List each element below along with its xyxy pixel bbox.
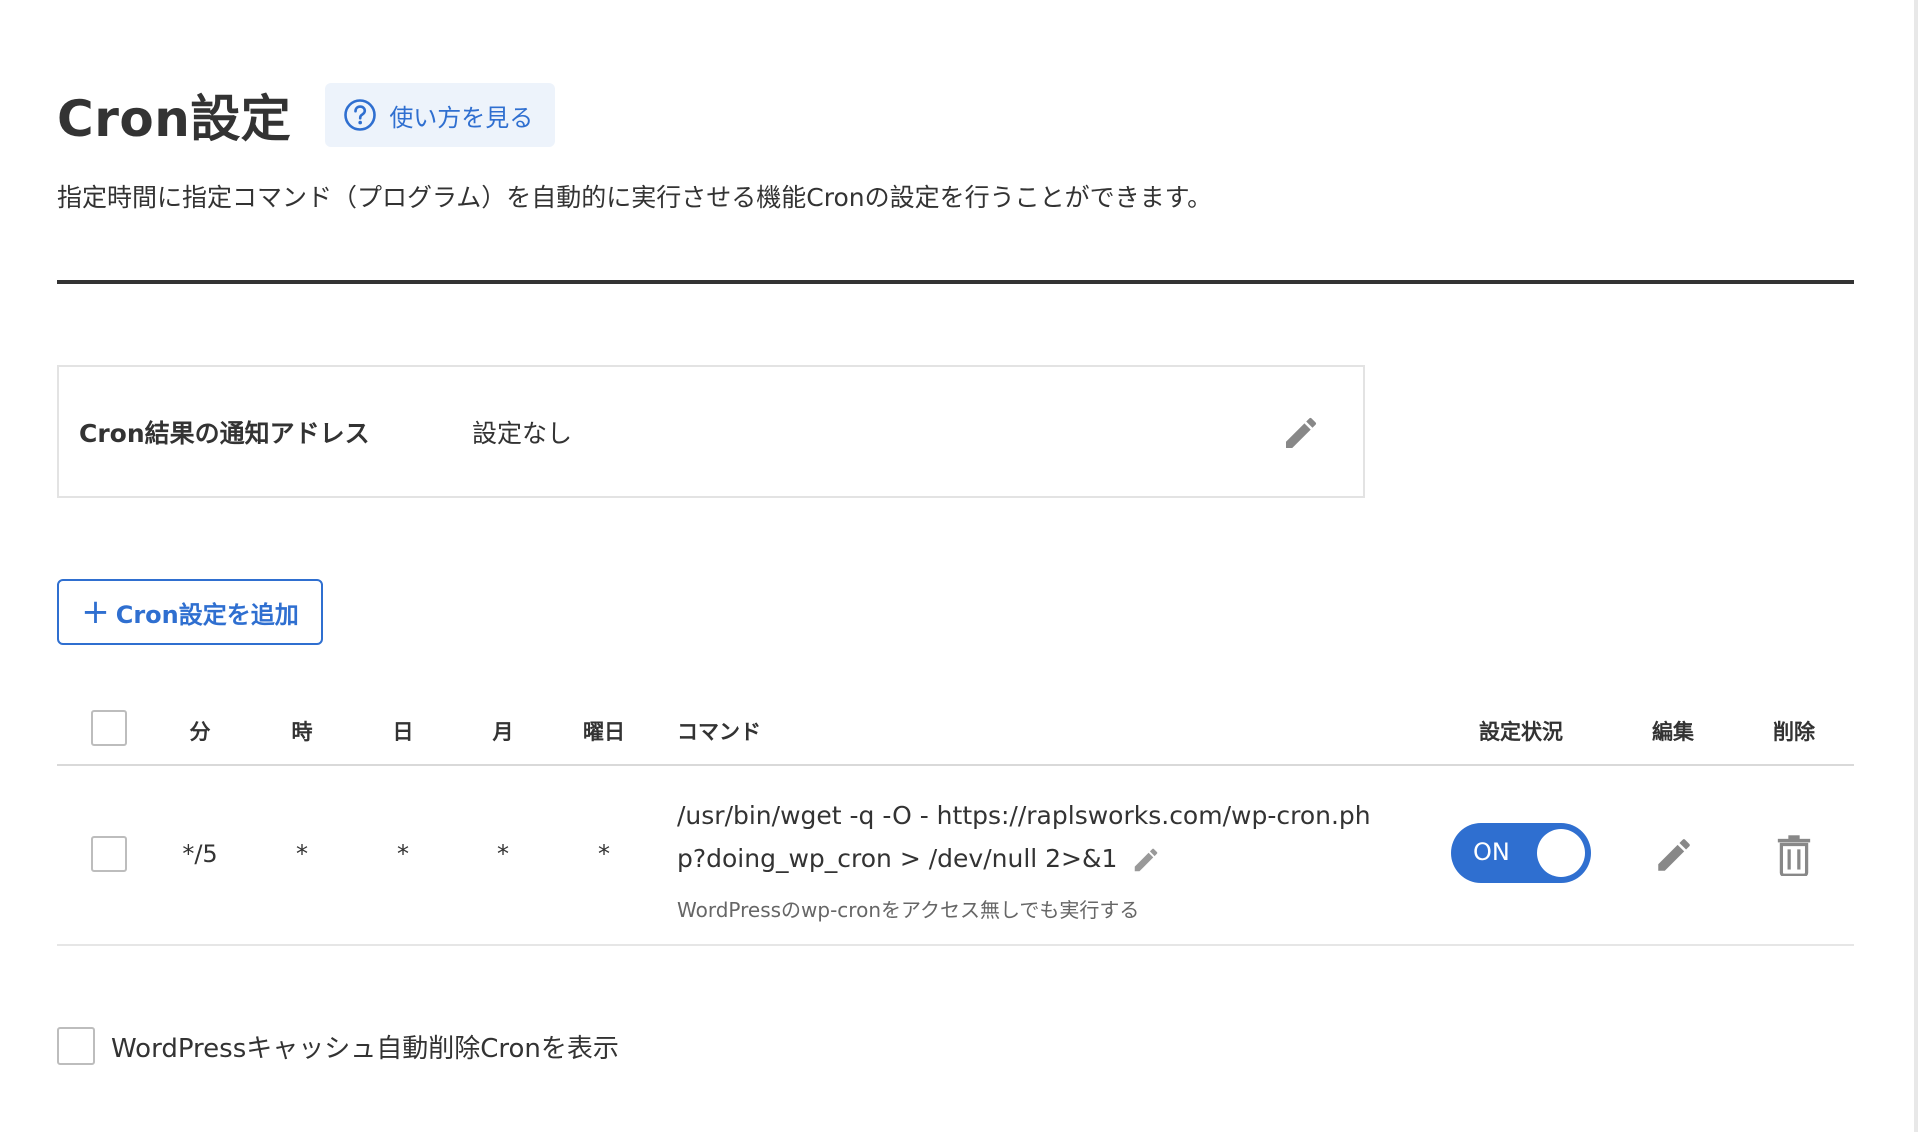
add-cron-button[interactable]: + Cron設定を追加 [57, 579, 323, 645]
toggle-knob [1537, 829, 1585, 877]
table-header: 分 時 日 月 曜日 コマンド 設定状況 編集 削除 [57, 690, 1854, 766]
column-minute: 分 [189, 720, 211, 744]
title-row: Cron設定 使い方を見る [57, 82, 556, 148]
trash-icon[interactable] [1774, 834, 1814, 876]
command-note: WordPressのwp-cronをアクセス無しでも実行する [677, 898, 1140, 922]
header-divider [57, 280, 1854, 284]
pencil-icon[interactable] [1131, 845, 1161, 875]
help-circle-icon [344, 99, 377, 131]
cell-command: /usr/bin/wget -q -O - https://raplsworks… [677, 794, 1397, 880]
row-checkbox[interactable] [91, 836, 127, 872]
scrollbar-track [1914, 0, 1918, 1132]
table-row: */5 * * * * /usr/bin/wget -q -O - https:… [57, 766, 1854, 946]
wp-cache-option: WordPressキャッシュ自動削除Cronを表示 [57, 1027, 619, 1065]
cron-table: 分 時 日 月 曜日 コマンド 設定状況 編集 削除 */5 * * * * /… [57, 690, 1854, 946]
cell-minute: */5 [182, 840, 218, 868]
cell-month: * [497, 840, 509, 868]
column-command: コマンド [677, 720, 761, 744]
page-title: Cron設定 [57, 90, 292, 148]
cell-day: * [397, 840, 409, 868]
status-toggle-label: ON [1473, 838, 1510, 866]
command-text-line1: /usr/bin/wget -q -O - https://raplsworks… [677, 801, 1371, 830]
column-status: 設定状況 [1479, 720, 1563, 744]
notify-address-value: 設定なし [472, 418, 573, 448]
plus-icon: + [81, 592, 110, 632]
status-toggle[interactable]: ON [1451, 823, 1591, 883]
add-cron-label: Cron設定を追加 [115, 600, 299, 629]
wp-cache-label[interactable]: WordPressキャッシュ自動削除Cronを表示 [111, 1028, 619, 1065]
help-link-button[interactable]: 使い方を見る [325, 83, 556, 147]
column-hour: 時 [291, 720, 313, 744]
command-text-line2-wrap: p?doing_wp_cron > /dev/null 2>&1 [677, 837, 1397, 880]
wp-cache-checkbox[interactable] [57, 1027, 95, 1065]
column-delete: 削除 [1773, 720, 1815, 744]
page-description: 指定時間に指定コマンド（プログラム）を自動的に実行させる機能Cronの設定を行う… [57, 183, 1213, 212]
help-link-label: 使い方を見る [389, 103, 534, 132]
column-weekday: 曜日 [583, 720, 625, 744]
cell-hour: * [296, 840, 308, 868]
column-day: 日 [392, 720, 414, 744]
select-all-checkbox[interactable] [91, 710, 127, 746]
notify-address-label: Cron結果の通知アドレス [79, 418, 370, 448]
pencil-icon[interactable] [1653, 834, 1695, 876]
cell-weekday: * [598, 840, 610, 868]
column-edit: 編集 [1652, 720, 1694, 744]
pencil-icon[interactable] [1281, 413, 1321, 453]
command-text-line2: p?doing_wp_cron > /dev/null 2>&1 [677, 844, 1118, 873]
notify-address-panel: Cron結果の通知アドレス 設定なし [57, 365, 1365, 498]
column-month: 月 [492, 720, 514, 744]
